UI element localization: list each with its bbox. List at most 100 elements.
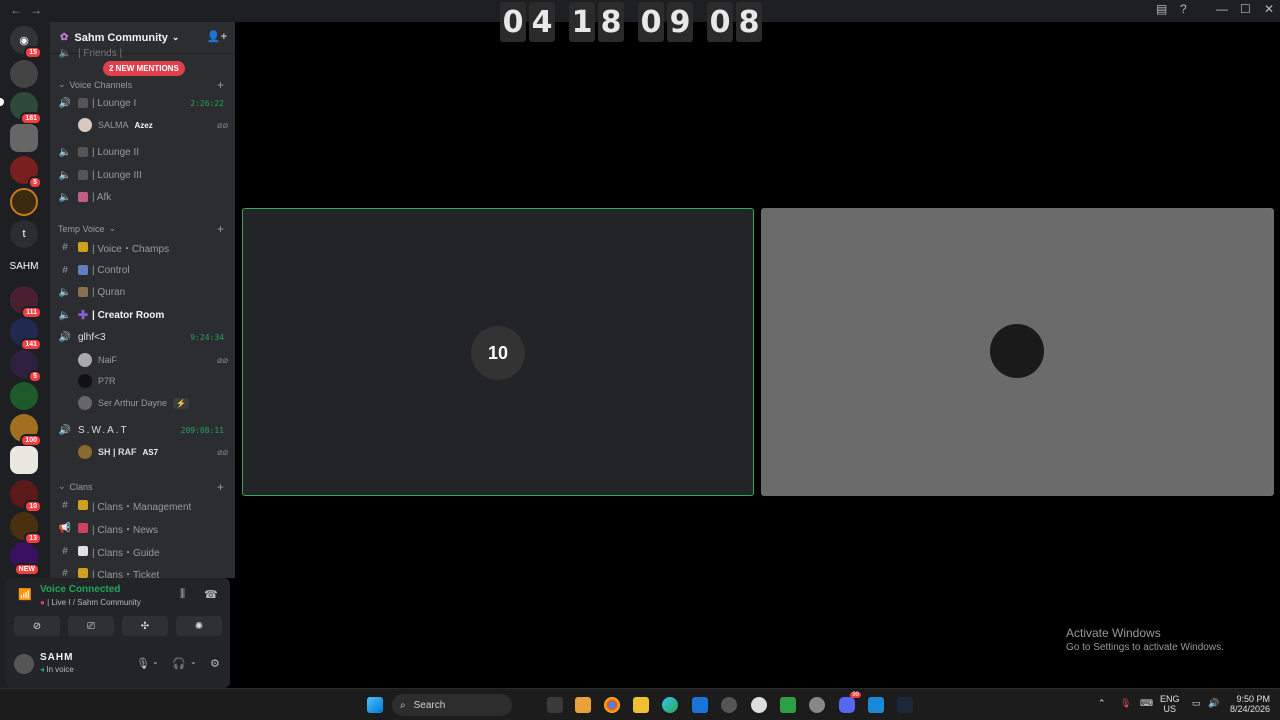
voice-member[interactable]: SALMA Azez ⌀⌀ [78,116,228,134]
muted-deafened-icon: ⌀⌀ [217,354,228,365]
forward-arrow-icon[interactable]: → [30,3,42,17]
voice-location[interactable]: ● | Live I / Sahm Community [40,598,141,607]
server-icon[interactable]: 181 [10,92,42,125]
activities-button[interactable]: ✣ [122,616,168,636]
app-icon[interactable] [868,697,884,713]
camera-off-button[interactable]: ⊘ [14,616,60,636]
chevron-down-icon[interactable]: ⌄ [190,657,197,666]
microphone-in-use-icon[interactable]: 🎙 [1120,698,1131,709]
channel-item[interactable]: 🔈 | Friends | [58,48,228,58]
text-channel[interactable]: # | Voice・Champs [58,238,228,256]
server-icon[interactable]: 141 [10,318,42,351]
voice-channel-creator-room[interactable]: 🔈 ✚ | Creator Room [58,306,228,324]
server-label: SAHM [9,260,39,272]
server-icon[interactable]: NEW [10,542,40,576]
network-icon[interactable]: ▭ [1192,698,1201,709]
region: US [1163,704,1177,714]
voice-member[interactable]: NaiF ⌀⌀ [78,351,228,369]
unread-badge: 5 [28,370,42,383]
screen-share-button[interactable]: ⎚ [68,616,114,636]
chevron-down-icon[interactable]: ⌄ [152,657,159,666]
voice-member[interactable]: Ser Arthur Dayne ⚡ [78,394,228,412]
channel-emoji-icon [78,192,88,202]
voice-channel-afk[interactable]: 🔈 | Afk [58,188,228,206]
store-icon[interactable] [575,697,591,713]
system-clock[interactable]: 9:50 PM 8/24/2026 [1226,694,1270,714]
voice-status[interactable]: Voice Connected [40,584,120,595]
discord-icon[interactable]: 99 [839,692,861,713]
avatar[interactable] [14,654,34,674]
add-channel-icon[interactable]: + [217,78,224,92]
server-icon[interactable] [10,124,38,152]
chrome-icon[interactable] [604,697,620,713]
soundboard-button[interactable]: ✺ [176,616,222,636]
windows-start-icon[interactable] [367,697,383,713]
direct-messages-button[interactable]: ◉ 15 [10,26,42,59]
server-icon[interactable]: SAHM [6,252,42,280]
new-mentions-badge[interactable]: 2 NEW MENTIONS [103,61,185,76]
voice-channel-lounge-3[interactable]: 🔈 | Lounge III [58,166,228,184]
text-channel[interactable]: # | Clans・Ticket [58,564,228,578]
inbox-icon[interactable]: ▤ [1156,2,1167,16]
speaker-icon: 🔈 [58,309,72,321]
keyboard-icon[interactable]: ⌨ [1140,698,1153,709]
speaker-active-icon: 🔊 [58,331,72,343]
voice-channel[interactable]: 🔈 | Quran [58,283,228,301]
edge-icon[interactable] [662,697,678,713]
voice-channel-lounge-1[interactable]: 🔊 | Lounge I 2:26:22 [58,94,228,112]
video-tile[interactable] [761,208,1274,496]
voice-member[interactable]: P7R [78,372,228,390]
help-icon[interactable]: ? [1180,2,1187,16]
server-icon[interactable]: 111 [10,286,42,319]
app-icon[interactable] [721,697,737,713]
minimize-icon[interactable]: — [1216,2,1228,16]
category-clans[interactable]: ⌄ Clans + [58,480,228,494]
voice-member[interactable]: SH | RAF AS7 ⌀⌀ [78,443,228,461]
announcement-channel[interactable]: 📢 | Clans・News [58,519,228,537]
disconnect-icon[interactable]: ☎ [204,588,218,601]
volume-icon[interactable]: 🔊 [1208,698,1219,709]
language-indicator[interactable]: ENG US [1160,694,1180,714]
server-icon[interactable]: 10 [10,480,42,513]
server-icon[interactable]: 5 [10,350,42,383]
voice-channel-swat[interactable]: 🔊 S.W.A.T 209:08:11 [58,421,228,439]
server-icon[interactable]: t [10,220,38,248]
mail-icon[interactable] [692,697,708,713]
server-icon[interactable] [10,60,38,88]
maximize-icon[interactable]: ☐ [1240,2,1251,16]
server-icon[interactable]: 100 [10,414,42,447]
text-channel[interactable]: # | Clans・Guide [58,542,228,560]
settings-icon[interactable] [809,697,825,713]
invite-people-icon[interactable]: 👤+ [207,30,227,43]
video-tile-speaking[interactable]: 10 [242,208,754,496]
file-explorer-icon[interactable] [633,697,649,713]
text-channel[interactable]: # | Clans・Management [58,496,228,514]
steam-icon[interactable] [897,697,913,713]
chevron-up-icon[interactable]: ⌃ [1098,698,1106,709]
server-icon[interactable] [10,446,38,474]
add-channel-icon[interactable]: + [217,480,224,494]
server-icon[interactable]: 5 [10,156,42,189]
task-view-icon[interactable] [547,697,563,713]
voice-channel-lounge-2[interactable]: 🔈 | Lounge II [58,143,228,161]
text-channel[interactable]: # | Control [58,261,228,279]
back-arrow-icon[interactable]: ← [10,3,22,17]
voice-channel-glhf[interactable]: 🔊 glhf<3 9:24:34 [58,328,228,346]
user-area: SAHM ◂ In voice 🎙 ⌄ 🎧 ⌄ ⚙ [14,652,224,680]
microphone-icon[interactable]: 🎙 [136,657,150,670]
add-channel-icon[interactable]: + [217,222,224,236]
server-icon[interactable] [10,382,38,410]
app-icon[interactable] [780,697,796,713]
guild-name: Sahm Community [74,31,168,44]
headphones-icon[interactable]: 🎧 [172,657,186,670]
close-icon[interactable]: ✕ [1264,2,1274,16]
server-icon[interactable]: 13 [10,512,42,545]
app-icon[interactable] [751,697,767,713]
category-voice-channels[interactable]: ⌄ Voice Channels + [58,78,228,92]
noise-suppression-icon[interactable]: ⫼ [180,588,185,601]
server-icon[interactable] [10,188,38,216]
settings-gear-icon[interactable]: ⚙ [210,657,220,670]
category-temp-voice[interactable]: Temp Voice ⌄ + [58,222,228,236]
username[interactable]: SAHM [40,652,73,663]
taskbar-search[interactable]: ⌕ Search [392,694,512,716]
